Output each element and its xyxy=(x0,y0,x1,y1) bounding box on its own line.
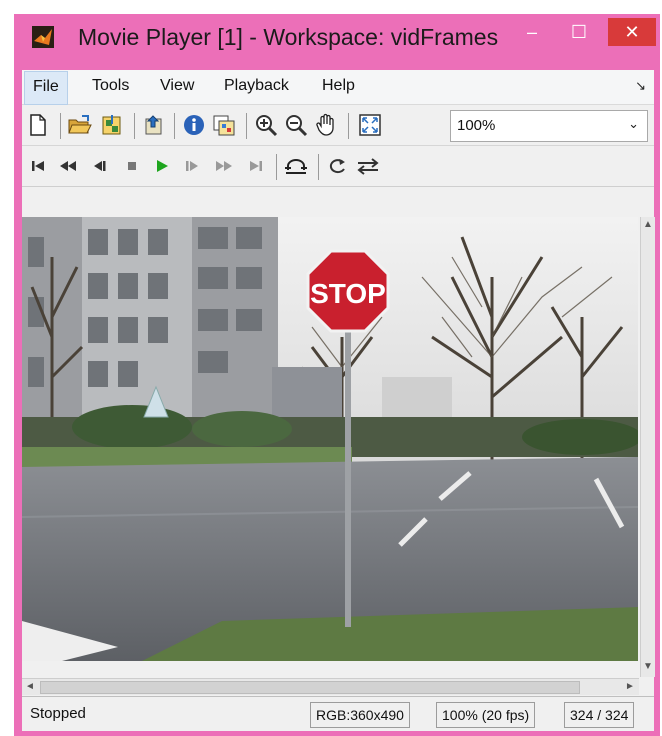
info-icon[interactable] xyxy=(182,113,206,137)
menu-tools[interactable]: Tools xyxy=(84,70,137,102)
new-file-icon[interactable] xyxy=(26,113,50,137)
menu-help[interactable]: Help xyxy=(314,70,363,102)
main-toolbar: 100% ⌄ xyxy=(22,105,654,146)
scroll-right-icon[interactable]: ► xyxy=(625,681,635,692)
title-bar[interactable]: Movie Player [1] - Workspace: vidFrames … xyxy=(14,14,660,66)
fit-to-window-icon[interactable] xyxy=(358,113,382,137)
scroll-up-icon[interactable]: ▲ xyxy=(643,219,653,230)
minimize-icon: – xyxy=(526,21,537,42)
window-title: Movie Player [1] - Workspace: vidFrames xyxy=(78,24,499,50)
minimize-button[interactable]: – xyxy=(514,18,550,46)
movie-player-window: Movie Player [1] - Workspace: vidFrames … xyxy=(14,14,660,736)
menu-overflow-icon[interactable]: ↘ xyxy=(635,78,646,94)
horizontal-scrollbar[interactable]: ◄ ► xyxy=(22,678,639,695)
chevron-down-icon: ⌄ xyxy=(628,116,639,131)
colormap-icon[interactable] xyxy=(212,113,236,137)
close-button[interactable]: ✕ xyxy=(608,18,656,46)
rewind-icon[interactable] xyxy=(56,154,80,178)
client-area: File Tools View Playback Help ↘ 100% ⌄ S… xyxy=(22,70,655,731)
menu-file[interactable]: File xyxy=(24,71,68,105)
playback-toolbar xyxy=(22,146,654,187)
scroll-left-icon[interactable]: ◄ xyxy=(25,681,35,692)
playback-status: Stopped xyxy=(30,705,86,722)
play-icon[interactable] xyxy=(150,154,174,178)
menu-view[interactable]: View xyxy=(152,70,202,102)
open-folder-icon[interactable] xyxy=(68,113,92,137)
frame-counter-field: 324 / 324 xyxy=(564,702,635,728)
go-to-first-icon[interactable] xyxy=(26,154,50,178)
horizontal-scroll-thumb[interactable] xyxy=(40,681,580,694)
scroll-down-icon[interactable]: ▼ xyxy=(643,661,653,672)
menu-playback[interactable]: Playback xyxy=(216,70,297,102)
zoom-level-value: 100% xyxy=(457,117,496,134)
status-bar: Stopped RGB:360x490 100% (20 fps) 324 / … xyxy=(22,696,654,731)
matlab-logo-icon xyxy=(32,26,54,48)
close-icon: ✕ xyxy=(624,21,640,42)
step-forward-icon[interactable] xyxy=(180,154,204,178)
export-icon[interactable] xyxy=(142,113,166,137)
step-back-icon[interactable] xyxy=(88,154,112,178)
video-frame-display[interactable]: STOP xyxy=(22,217,638,661)
jump-to-icon[interactable] xyxy=(284,154,308,178)
go-to-last-icon[interactable] xyxy=(244,154,268,178)
video-frame-image: STOP xyxy=(22,217,638,661)
loop-icon[interactable] xyxy=(326,154,350,178)
fast-forward-icon[interactable] xyxy=(212,154,236,178)
pan-hand-icon[interactable] xyxy=(314,113,338,137)
maximize-icon: ☐ xyxy=(570,21,588,42)
zoom-level-dropdown[interactable]: 100% ⌄ xyxy=(450,110,648,142)
image-type-field: RGB:360x490 xyxy=(310,702,410,728)
stop-icon[interactable] xyxy=(120,154,144,178)
maximize-button[interactable]: ☐ xyxy=(562,18,596,46)
zoom-fps-field: 100% (20 fps) xyxy=(436,702,536,728)
playback-direction-icon[interactable] xyxy=(356,154,380,178)
import-icon[interactable] xyxy=(100,113,124,137)
stop-sign-text: STOP xyxy=(310,278,386,309)
zoom-in-icon[interactable] xyxy=(254,113,278,137)
vertical-scrollbar[interactable]: ▲ ▼ xyxy=(640,217,655,677)
zoom-out-icon[interactable] xyxy=(284,113,308,137)
menu-bar: File Tools View Playback Help ↘ xyxy=(22,70,654,105)
